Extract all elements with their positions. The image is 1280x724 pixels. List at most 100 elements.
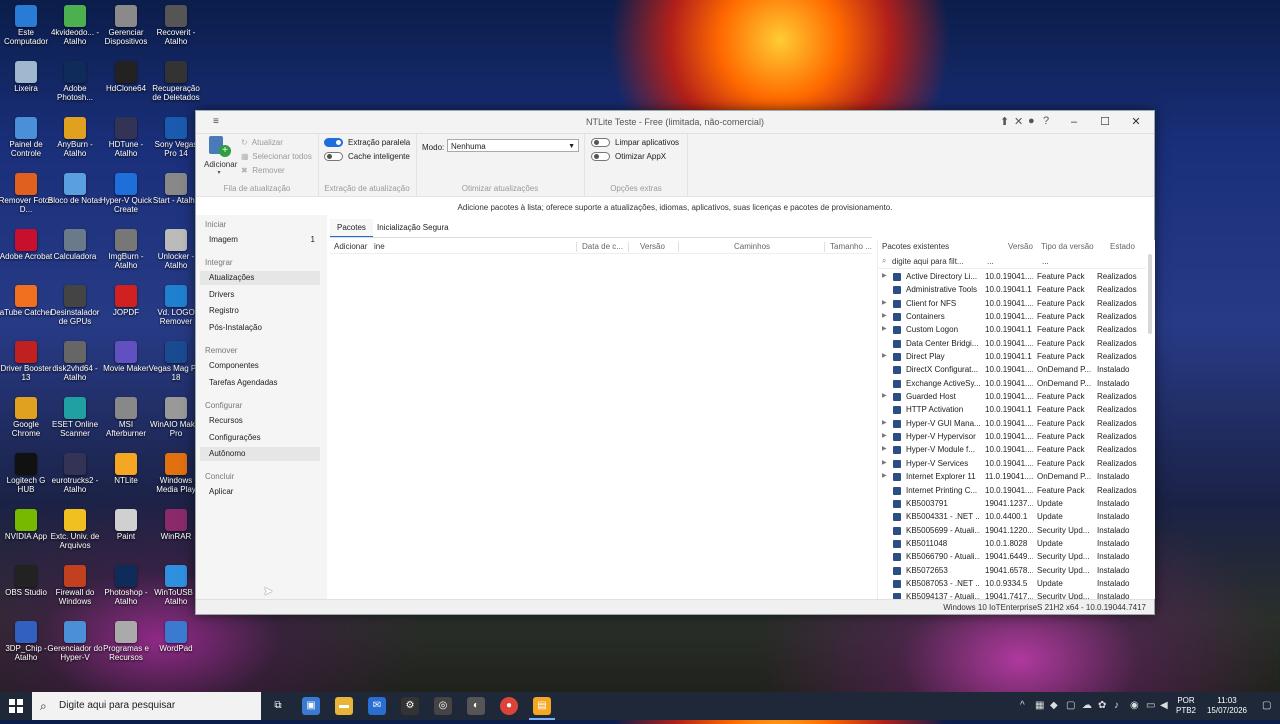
nav-item-resources[interactable]: Recursos [200, 414, 320, 428]
desktop-icon[interactable]: Gerenciar Dispositivos [98, 3, 154, 46]
package-row[interactable]: ▶ Guarded Host 10.0.19041.... Feature Pack R… [878, 390, 1146, 403]
desktop-icon[interactable]: Bloco de Notas [47, 171, 103, 205]
desktop-icon[interactable]: Painel de Controle [0, 115, 54, 158]
col-add[interactable]: Adicionar [334, 242, 367, 251]
package-row[interactable]: DirectX Configurat... 10.0.19041.... OnDem… [878, 363, 1146, 376]
desktop-icon[interactable]: Paint [98, 507, 154, 541]
desktop-icon[interactable]: Adobe Photosh... [47, 59, 103, 102]
expand-arrow-icon[interactable]: ▶ [882, 323, 887, 336]
col-existing-version[interactable]: Versão [1008, 242, 1033, 251]
nav-item-post-install[interactable]: Pós-Instalação [200, 321, 320, 335]
package-row[interactable]: Administrative Tools 10.0.19041.1 Feature … [878, 283, 1146, 296]
task-view-icon[interactable]: ⧉ [269, 697, 287, 715]
package-row[interactable]: Exchange ActiveSy... 10.0.19041.... OnDema… [878, 377, 1146, 390]
tray-app-icon[interactable]: ▢ [1066, 700, 1075, 711]
desktop-icon[interactable]: Este Computador [0, 3, 54, 46]
desktop-icon[interactable]: Calculadora [47, 227, 103, 261]
desktop-icon[interactable]: ImgBurn - Atalho [98, 227, 154, 270]
col-date[interactable]: Data de c... [582, 242, 623, 251]
package-row[interactable]: KB5066790 - Atuali... 19041.6449.... Secur… [878, 550, 1146, 563]
desktop-icon[interactable]: Extc. Univ. de Arquivos [47, 507, 103, 550]
tray-app-icon[interactable]: ✿ [1098, 700, 1106, 711]
chevron-up-icon[interactable]: ^ [1020, 700, 1025, 711]
desktop-icon[interactable]: Desinstalador de GPUs [47, 283, 103, 326]
cloud-icon[interactable]: ☁ [1082, 700, 1092, 711]
package-row[interactable]: KB5005699 - Atuali... 19041.1220.... Secur… [878, 524, 1146, 537]
filter-input[interactable]: digite aqui para filt... [892, 257, 964, 266]
desktop-icon[interactable]: JOPDF [98, 283, 154, 317]
expand-arrow-icon[interactable]: ▶ [882, 310, 887, 323]
optimize-appx-toggle[interactable]: Otimizar AppX [591, 152, 666, 161]
nav-item-unattended[interactable]: Autônomo [200, 447, 320, 461]
col-existing-type[interactable]: Tipo da versão [1041, 242, 1094, 251]
col-paths[interactable]: Caminhos [734, 242, 770, 251]
vertical-scrollbar[interactable] [1148, 254, 1152, 334]
smart-cache-toggle[interactable]: Cache inteligente [324, 152, 410, 161]
col-size[interactable]: Tamanho ... [830, 242, 872, 251]
desktop-icon[interactable]: Movie Maker [98, 339, 154, 373]
desktop-icon[interactable]: AnyBurn - Atalho [47, 115, 103, 158]
desktop-icon[interactable]: HDTune - Atalho [98, 115, 154, 158]
desktop-icon[interactable]: eurotrucks2 - Atalho [47, 451, 103, 494]
start-button[interactable] [9, 699, 23, 713]
nav-item-apply[interactable]: Aplicar [200, 485, 320, 499]
network-icon[interactable]: ▭ [1146, 700, 1155, 711]
desktop-icon[interactable]: 3DP_Chip - Atalho [0, 619, 54, 662]
nav-item-image[interactable]: Imagem 1 [200, 233, 320, 247]
desktop-icon[interactable]: Programas e Recursos [98, 619, 154, 662]
package-row[interactable]: HTTP Activation 10.0.19041.1 Feature Pack R… [878, 403, 1146, 416]
package-row[interactable]: KB5072653 19041.6578.... Security Upd... In… [878, 564, 1146, 577]
desktop-icon[interactable]: 4kvideodo... - Atalho [47, 3, 103, 46]
desktop-icon[interactable]: aTube Catcher [0, 283, 54, 317]
file-explorer-icon[interactable]: ▬ [335, 697, 353, 715]
app-icon[interactable]: ◎ [434, 697, 452, 715]
package-row[interactable]: ▶ Direct Play 10.0.19041.1 Feature Pack Real… [878, 350, 1146, 363]
expand-arrow-icon[interactable]: ▶ [882, 390, 887, 403]
col-existing-state[interactable]: Estado [1110, 242, 1135, 251]
clean-apps-toggle[interactable]: Limpar aplicativos [591, 138, 679, 147]
package-row[interactable]: ▶ Custom Logon 10.0.19041.1 Feature Pack Rea… [878, 323, 1146, 336]
desktop-icon[interactable]: MSI Afterburner [98, 395, 154, 438]
notifications-icon[interactable]: ▢ [1262, 700, 1271, 711]
desktop-icon[interactable]: HdClone64 [98, 59, 154, 93]
package-row[interactable]: KB5094137 - Atuali... 19041.7417.... Secur… [878, 590, 1146, 599]
desktop-icon[interactable]: disk2vhd64 - Atalho [47, 339, 103, 382]
col-existing-name[interactable]: Pacotes existentes [882, 242, 949, 251]
package-row[interactable]: ▶ Containers 10.0.19041.... Feature Pack Rea… [878, 310, 1146, 323]
remove-button[interactable]: ✖ Remover [241, 166, 285, 175]
close-button[interactable]: ✕ [1121, 113, 1151, 131]
tab-secure-boot[interactable]: Inicialização Segura [370, 219, 456, 236]
select-all-button[interactable]: ▦ Selecionar todos [241, 152, 312, 161]
desktop-icon[interactable]: Recoverit - Atalho [148, 3, 204, 46]
expand-arrow-icon[interactable]: ▶ [882, 457, 887, 470]
desktop-icon[interactable]: Hyper-V Quick Create [98, 171, 154, 214]
add-button[interactable]: + Adicionar ▾ [204, 136, 237, 176]
desktop-icon[interactable]: Remover Fotos D... [0, 171, 54, 214]
app-icon[interactable]: ◐ [467, 697, 485, 715]
expand-arrow-icon[interactable]: ▶ [882, 443, 887, 456]
expand-arrow-icon[interactable]: ▶ [882, 270, 887, 283]
nav-item-drivers[interactable]: Drivers [200, 288, 320, 302]
package-row[interactable]: KB5004331 - .NET ... 10.0.4400.1 Update Ins… [878, 510, 1146, 523]
desktop-icon[interactable]: Gerenciador do Hyper-V [47, 619, 103, 662]
package-row[interactable]: ▶ Client for NFS 10.0.19041.... Feature Pac… [878, 297, 1146, 310]
speaker-icon[interactable]: ◀ [1160, 700, 1168, 711]
package-row[interactable]: Data Center Bridgi... 10.0.19041.... Featu… [878, 337, 1146, 350]
desktop-icon[interactable]: Recuperação de Deletados [148, 59, 204, 102]
settings-icon[interactable]: ● [1028, 115, 1035, 127]
desktop-icon[interactable]: Logitech G HUB [0, 451, 54, 494]
filter-type-dots[interactable]: ... [1042, 257, 1049, 266]
package-row[interactable]: ▶ Hyper-V Hypervisor 10.0.19041.... Feature… [878, 430, 1146, 443]
tray-app-icon[interactable]: ◆ [1050, 700, 1058, 711]
update-button[interactable]: ↻ Atualizar [241, 138, 283, 147]
ntlite-taskbar-icon[interactable]: ▤ [533, 697, 551, 715]
taskbar-search[interactable]: ⌕ Digite aqui para pesquisar [32, 692, 261, 720]
chrome-icon[interactable]: ● [500, 697, 518, 715]
expand-arrow-icon[interactable]: ▶ [882, 430, 887, 443]
package-row[interactable]: KB5003791 19041.1237.... Update Instalado [878, 497, 1146, 510]
desktop-icon[interactable]: Lixeira [0, 59, 54, 93]
desktop-icon[interactable]: ESET Online Scanner [47, 395, 103, 438]
package-row[interactable]: ▶ Hyper-V GUI Mana... 10.0.19041.... Featur… [878, 417, 1146, 430]
desktop-icon[interactable]: Driver Booster 13 [0, 339, 54, 382]
maximize-button[interactable]: ☐ [1090, 113, 1120, 131]
